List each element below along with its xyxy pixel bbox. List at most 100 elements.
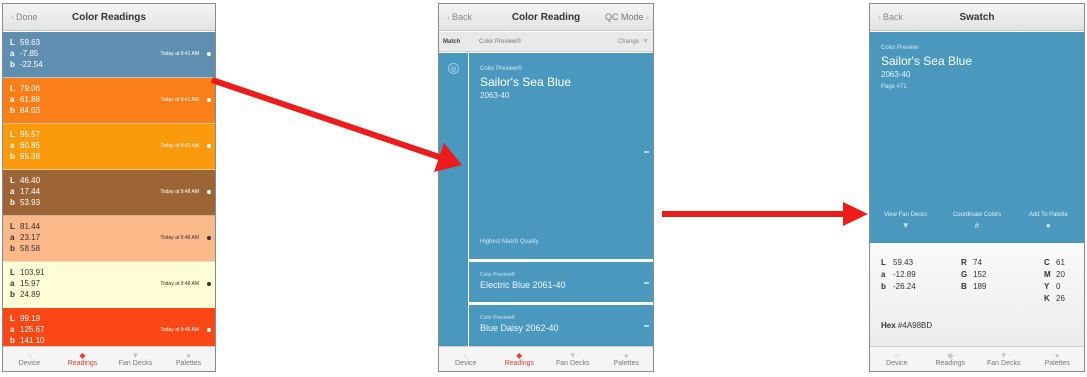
reading-row[interactable]: L 81.44 a 23.17 b 58.58 Today at 9:48 AM (3, 216, 215, 262)
a-value: 61.88 (20, 95, 41, 104)
swatch-color-name: Sailor's Sea Blue (881, 54, 973, 68)
reading-sample-column: ◎ (439, 53, 468, 346)
disclosure-icon (644, 282, 649, 284)
tab-palettes[interactable]: ● Palettes (1031, 347, 1085, 371)
timestamp: Today at 9:48 AM (160, 235, 199, 241)
view-fan-decks-button[interactable]: View Fan Decks ▼ (870, 212, 941, 230)
alt-collection: Color Preview® (480, 315, 515, 321)
navigation-bar: ‹ Done Color Readings (3, 4, 215, 31)
b-value: 189 (973, 282, 987, 291)
reading-row[interactable]: L 99.19 a 125.67 b 141.10 Today at 9:48 AM (3, 308, 215, 346)
lab-values: L 99.19 a 125.67 b 141.10 (10, 314, 45, 345)
tab-fan-decks[interactable]: ▼ Fan Decks (546, 347, 600, 371)
b-value: 53.93 (20, 198, 41, 207)
l-value: 59.43 (893, 258, 914, 267)
lab-values: L 103.91 a 15.97 b 24.89 (10, 268, 45, 299)
navigation-bar: ‹ Back Swatch (870, 4, 1084, 31)
detail-dot-icon[interactable] (207, 144, 211, 148)
chevron-left-icon: ‹ (878, 12, 881, 22)
alternate-match-card[interactable]: Color Preview® Electric Blue 2061-40 (469, 260, 653, 302)
detail-dot-icon[interactable] (207, 52, 211, 56)
disclosure-icon (644, 151, 649, 153)
reading-row[interactable]: L 46.40 a 17.44 b 53.93 Today at 9:48 AM (3, 170, 215, 216)
detail-dot-icon[interactable] (207, 282, 211, 286)
reading-row[interactable]: L 79.06 a 61.88 b 84.03 Today at 9:41 AM (3, 78, 215, 124)
fan-deck-icon[interactable]: ▼ (642, 38, 649, 45)
back-button[interactable]: ‹ Back (878, 12, 903, 22)
c-value: 61 (1056, 258, 1065, 267)
hex-label: Hex (881, 321, 896, 330)
flow-arrow-2-head (843, 202, 868, 226)
a-value: 23.17 (20, 233, 41, 242)
tab-device[interactable]: ☼ Device (870, 347, 924, 371)
readings-list[interactable]: L 59.63 a -7.85 b -22.54 Today at 9:41 AM L… (3, 32, 215, 346)
l-value: 46.40 (20, 176, 41, 185)
tab-label: Readings (67, 360, 98, 367)
change-button[interactable]: Change (618, 39, 639, 45)
detail-dot-icon[interactable] (207, 190, 211, 194)
device-icon: ☼ (25, 351, 34, 360)
detail-dot-icon[interactable] (207, 236, 211, 240)
alternate-match-card[interactable]: Color Preview® Blue Daisy 2062-40 (469, 303, 653, 348)
page-title: Color Reading (511, 11, 581, 23)
y-value: 0 (1056, 282, 1061, 291)
value-key: Y (1044, 282, 1050, 291)
best-match-card[interactable]: Color Preview® Sailor's Sea Blue 2063-40… (469, 53, 653, 259)
tab-fan-decks[interactable]: ▼ Fan Decks (977, 347, 1031, 371)
match-source: Color Preview® (479, 39, 521, 45)
reading-row[interactable]: L 59.63 a -7.85 b -22.54 Today at 9:41 AM (3, 32, 215, 78)
l-value: 103.91 (20, 268, 45, 277)
tab-label: Device (455, 360, 477, 367)
action-label: View Fan Decks (884, 212, 928, 218)
color-swatch: Color Preview Sailor's Sea Blue 2063-40 … (870, 32, 1084, 243)
coordinate-colors-button[interactable]: Coordinate Colors # (941, 212, 1012, 230)
tab-bar: ☼ Device ◆ Readings ▼ Fan Decks ● Palettes (439, 346, 653, 371)
b-value: 84.03 (20, 106, 41, 115)
detail-dot-icon[interactable] (207, 328, 211, 332)
value-key: b (881, 282, 886, 291)
tab-label: Fan Decks (118, 360, 153, 367)
timestamp: Today at 9:42 AM (160, 143, 199, 149)
tab-label: Fan Decks (556, 360, 590, 367)
detail-dot-icon[interactable] (207, 98, 211, 102)
color-readings-screen: ‹ Done Color Readings L 59.63 a -7.85 b -22.… (2, 3, 216, 372)
back-button[interactable]: ‹ Back (447, 12, 472, 22)
b-value: 95.38 (20, 152, 41, 161)
m-value: 20 (1056, 270, 1065, 279)
chevron-left-icon: ‹ (447, 12, 450, 22)
tab-palettes[interactable]: ● Palettes (162, 347, 215, 371)
tab-device[interactable]: ☼ Device (3, 347, 56, 371)
qc-mode-button[interactable]: QC Mode › (605, 12, 649, 22)
hex-value: Hex #4A98BD (881, 321, 932, 330)
a-value: 60.85 (20, 141, 41, 150)
done-button[interactable]: ‹ Done (11, 12, 38, 22)
a-value: -7.85 (20, 49, 39, 58)
reading-row[interactable]: L 103.91 a 15.97 b 24.89 Today at 9:48 AM (3, 262, 215, 308)
action-label: Coordinate Colors (952, 212, 1002, 218)
add-to-palette-button[interactable]: Add To Palette ● (1013, 212, 1084, 230)
fan-deck-icon: ▼ (999, 351, 1008, 360)
tab-readings[interactable]: ◆ Readings (924, 347, 978, 371)
tab-readings[interactable]: ◆ Readings (493, 347, 547, 371)
match-label: Match (443, 39, 461, 45)
fan-deck-icon: ▼ (901, 221, 910, 230)
flow-arrow-1-shaft (211, 77, 443, 161)
device-icon: ☼ (462, 351, 470, 360)
lab-values: L 59.43 a -12.89 b -26.24 (881, 257, 916, 293)
l-value: 79.06 (20, 84, 41, 93)
target-icon: ◎ (448, 63, 459, 74)
tab-label: Readings (504, 360, 535, 367)
tab-bar: ☼ Device ◆ Readings ▼ Fan Decks ● Palettes (3, 346, 215, 371)
tab-fan-decks[interactable]: ▼ Fan Decks (109, 347, 162, 371)
chevron-right-icon: › (646, 12, 649, 22)
tab-palettes[interactable]: ● Palettes (600, 347, 654, 371)
timestamp: Today at 9:48 AM (160, 327, 199, 333)
timestamp: Today at 9:41 AM (160, 51, 199, 57)
hex-code: #4A98BD (897, 321, 933, 330)
readings-icon: ◆ (79, 351, 86, 360)
navigation-bar: ‹ Back Color Reading QC Mode › (439, 4, 653, 31)
tab-device[interactable]: ☼ Device (439, 347, 493, 371)
tab-readings[interactable]: ◆ Readings (56, 347, 109, 371)
reading-row[interactable]: L 95.57 a 60.85 b 95.38 Today at 9:42 AM (3, 124, 215, 170)
page-title: Color Readings (72, 11, 146, 23)
